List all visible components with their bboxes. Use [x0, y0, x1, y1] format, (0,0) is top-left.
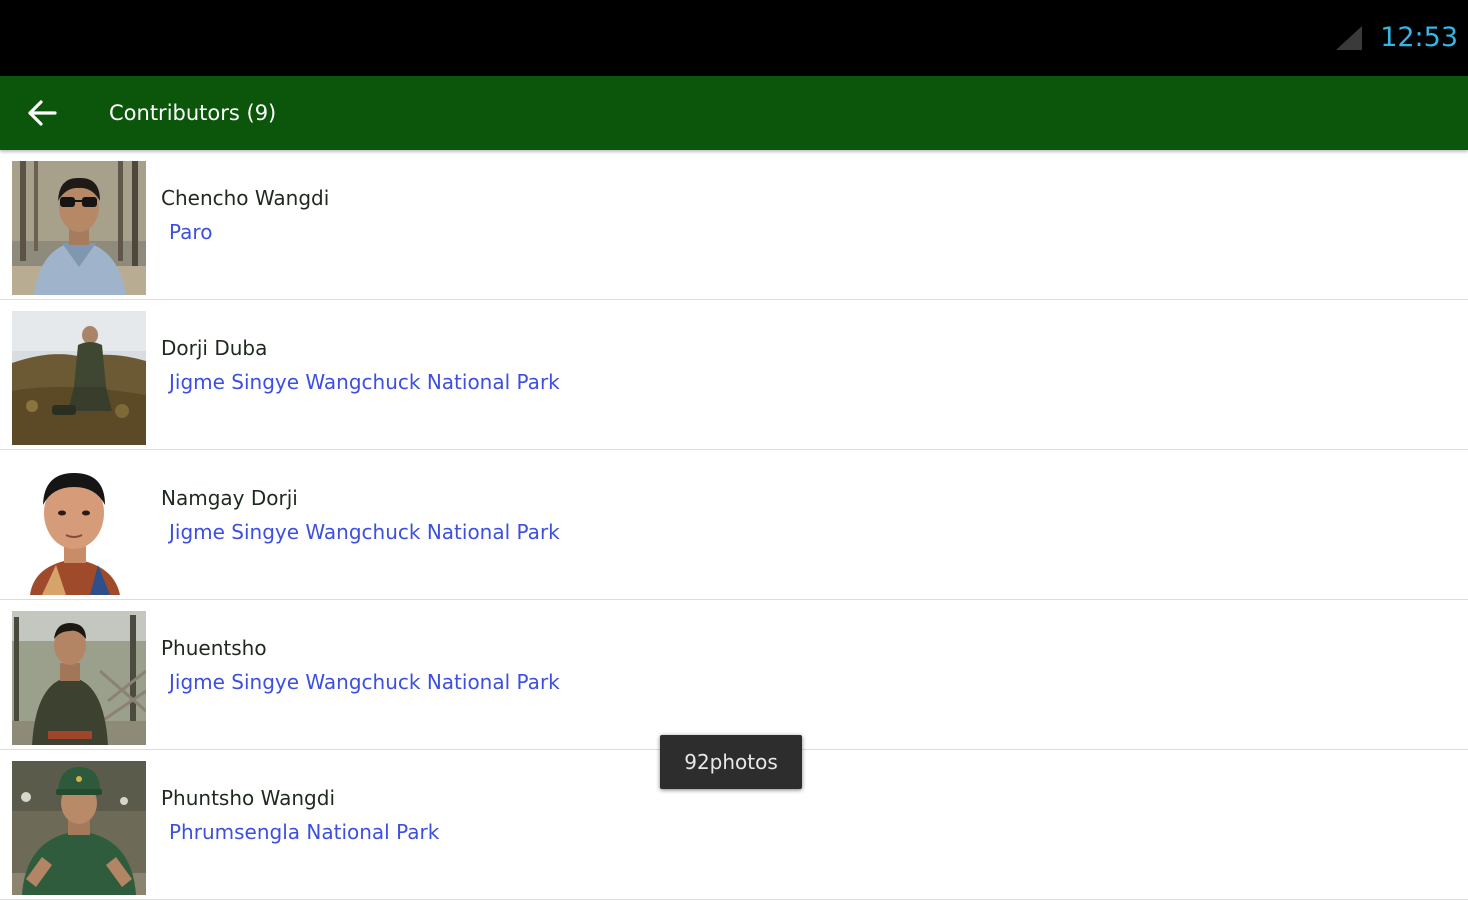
avatar: [12, 311, 146, 445]
contributor-place: Jigme Singye Wangchuck National Park: [169, 670, 560, 694]
contributor-place: Jigme Singye Wangchuck National Park: [169, 370, 560, 394]
toast-message: 92photos: [660, 735, 802, 789]
list-item[interactable]: Dorji Duba Jigme Singye Wangchuck Nation…: [0, 300, 1468, 450]
contributor-name: Dorji Duba: [161, 336, 268, 360]
status-clock: 12:53: [1380, 22, 1458, 53]
avatar: [12, 611, 146, 745]
avatar: [12, 461, 146, 595]
contributor-name: Phuntsho Wangdi: [161, 786, 335, 810]
signal-icon: [1336, 26, 1362, 50]
page-title: Contributors (9): [109, 101, 277, 125]
back-button[interactable]: [20, 91, 64, 135]
avatar: [12, 761, 146, 895]
contributor-place: Jigme Singye Wangchuck National Park: [169, 520, 560, 544]
list-item[interactable]: Chencho Wangdi Paro: [0, 150, 1468, 300]
list-item[interactable]: Phuentsho Jigme Singye Wangchuck Nationa…: [0, 600, 1468, 750]
action-bar: Contributors (9): [0, 76, 1468, 150]
avatar: [12, 161, 146, 295]
list-item[interactable]: Namgay Dorji Jigme Singye Wangchuck Nati…: [0, 450, 1468, 600]
contributor-name: Chencho Wangdi: [161, 186, 330, 210]
contributor-name: Phuentsho: [161, 636, 267, 660]
contributor-name: Namgay Dorji: [161, 486, 298, 510]
status-bar: 12:53: [0, 0, 1468, 76]
contributor-place: Phrumsengla National Park: [169, 820, 440, 844]
back-arrow-icon: [28, 100, 57, 126]
contributor-place: Paro: [169, 220, 213, 244]
